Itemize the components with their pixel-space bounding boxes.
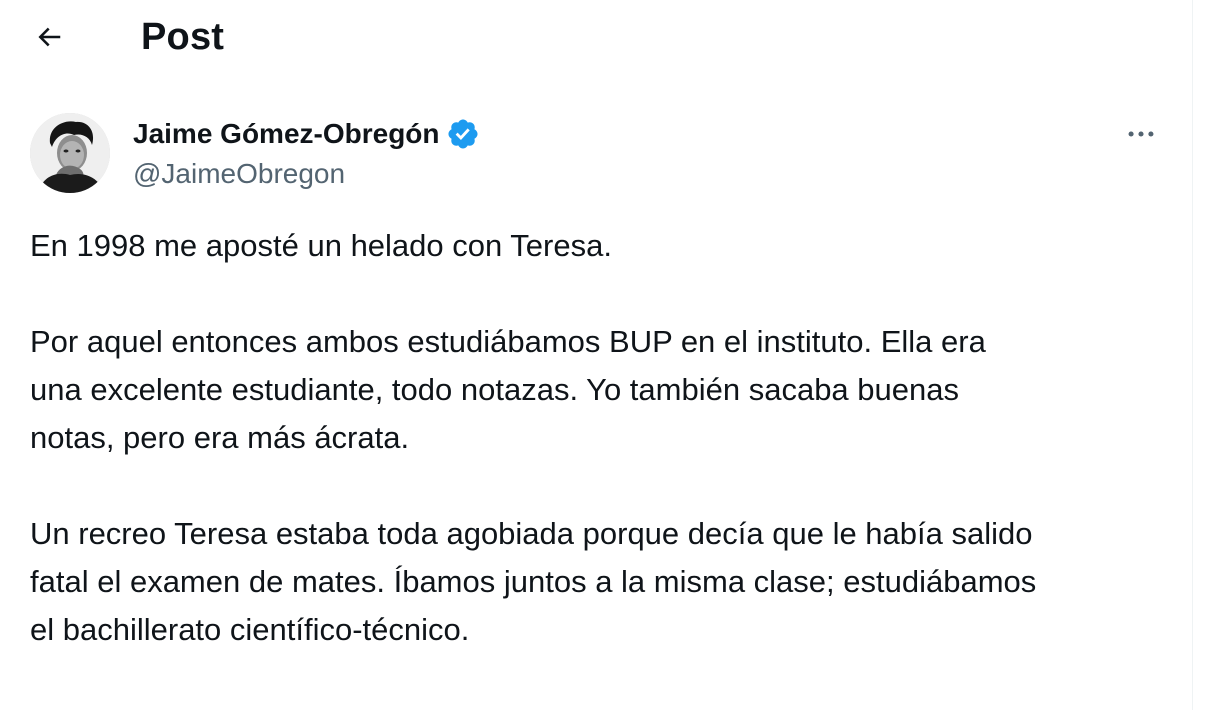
post-header: Post [0,0,1192,80]
post-paragraph: En 1998 me aposté un helado con Teresa. [30,228,612,263]
avatar-photo [30,113,110,193]
avatar[interactable] [30,113,110,193]
more-horizontal-icon [1128,131,1154,137]
verified-badge-icon[interactable] [446,117,480,151]
author-handle[interactable]: @JaimeObregon [133,155,345,193]
post-paragraph: Un recreo Teresa estaba toda agobiada po… [30,516,1037,647]
author-name[interactable]: Jaime Gómez-Obregón [133,114,440,154]
timeline-right-border [1192,0,1193,710]
author-name-row: Jaime Gómez-Obregón [133,114,480,154]
back-button[interactable] [28,16,70,58]
arrow-left-icon [38,27,61,47]
page-title: Post [141,16,225,58]
post-text: En 1998 me aposté un helado con Teresa. … [30,222,1180,702]
more-options-button[interactable] [1120,116,1162,152]
post-paragraph: Por aquel entonces ambos estudiábamos BU… [30,324,986,455]
